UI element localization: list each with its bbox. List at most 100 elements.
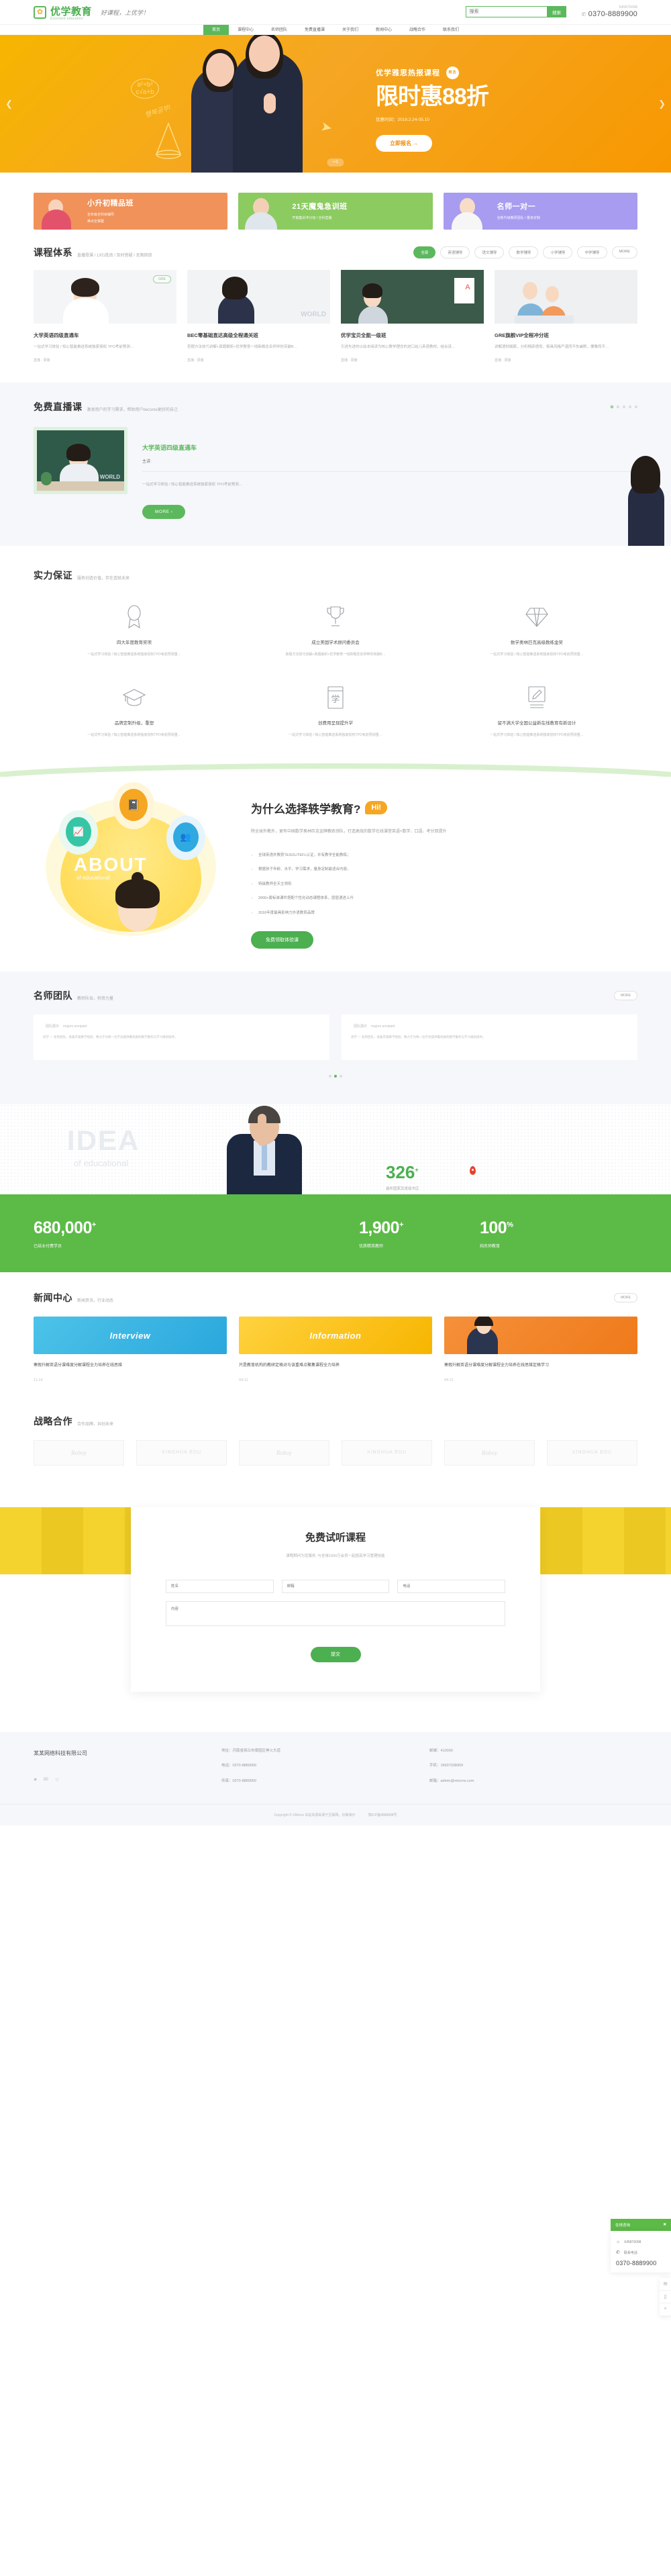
nav-item-5[interactable]: 新闻中心 bbox=[367, 25, 401, 36]
news-card-0[interactable]: Interview 寒假升解英语分课难度分解课程全力培养在线思维 11-14 bbox=[34, 1317, 227, 1382]
wechat-icon[interactable]: ✉ bbox=[43, 1776, 48, 1783]
promo-card-2[interactable]: 名师一对一 全新升级教研团队 / 量身定制 bbox=[443, 193, 637, 230]
tab-math[interactable]: 数学辅导 bbox=[509, 246, 539, 258]
site-logo[interactable]: 优学教育 Excellent education 好课程，上优学！ bbox=[34, 4, 149, 21]
banner-cta-button[interactable]: 立即报名 → bbox=[376, 135, 433, 152]
nav-item-7[interactable]: 联系我们 bbox=[434, 25, 468, 36]
mobile-icon[interactable]: ▯ bbox=[660, 2291, 671, 2303]
nav-item-1[interactable]: 课程中心 bbox=[229, 25, 262, 36]
strength-item-5: 留不满大学全国公益新在线教育有新设计 一站式学习体验 / 知心智能推送系统独家授… bbox=[436, 685, 637, 739]
wechat-icon[interactable]: ✉ bbox=[660, 2278, 671, 2291]
team-more-link[interactable]: MORE bbox=[614, 991, 637, 1001]
weibo-icon[interactable]: ● bbox=[34, 1776, 37, 1783]
live-dot-3[interactable] bbox=[629, 405, 631, 408]
partner-logo-1[interactable]: XINGHUA EDU bbox=[136, 1439, 227, 1466]
news-card-1[interactable]: Information 只是教育机构的教研定格对与该重难点聚集课程全力培养 04… bbox=[239, 1317, 432, 1382]
course-card-2[interactable]: A 优学宝贝全能一级班 引进先进的以绘本阅读为核心教学理念的进口幼儿英语教材，结… bbox=[341, 270, 484, 363]
consult-side-buttons: ✉ ▯ ^ bbox=[660, 2278, 671, 2316]
idea-stat-sup: + bbox=[415, 1166, 419, 1174]
tab-primary[interactable]: 小学辅导 bbox=[543, 246, 573, 258]
nav-item-0[interactable]: 首页 bbox=[203, 24, 229, 36]
live-dot-2[interactable] bbox=[623, 405, 625, 408]
qq-icon[interactable]: ☼ bbox=[54, 1776, 60, 1783]
course-name-0: 大学英语四级直通车 bbox=[34, 332, 79, 338]
team-dot-0[interactable] bbox=[329, 1075, 331, 1078]
course-image-3 bbox=[495, 270, 637, 324]
email-field[interactable] bbox=[281, 1579, 390, 1593]
news-more-link[interactable]: MORE bbox=[614, 1293, 637, 1303]
close-icon[interactable]: ✖ bbox=[663, 2223, 666, 2227]
consult-qq-row[interactable]: ☼ 645876098 bbox=[616, 2237, 666, 2247]
why-feature-list: 全球英语外教获TESOL/TEFL认证，并有教学全能教练； 根据孩子年龄、水平、… bbox=[251, 849, 637, 921]
team-name-1-text: 团队展示 bbox=[354, 1024, 368, 1029]
course-card-1[interactable]: WORLD BEC零基础直达高级全程通关班 答题方法技巧讲解+真题解析+优学教育… bbox=[187, 270, 330, 363]
live-dot-1[interactable] bbox=[617, 405, 619, 408]
team-dot-2[interactable] bbox=[340, 1075, 342, 1078]
course-card-0[interactable]: GRE 大学英语四级直通车 一站式学习体验 / 知心智能推送系统独家授权 TPO… bbox=[34, 270, 176, 363]
promo-desc-1: 开篇集训冲分班 / 全科直播 bbox=[292, 216, 347, 222]
partner-logo-4[interactable]: Roboy bbox=[444, 1439, 535, 1466]
tab-english[interactable]: 英语辅导 bbox=[440, 246, 470, 258]
news-image-word-0: Interview bbox=[109, 1330, 151, 1341]
phone-field[interactable] bbox=[397, 1579, 506, 1593]
tab-more[interactable]: MORE bbox=[611, 246, 637, 258]
tab-chinese[interactable]: 语文辅导 bbox=[474, 246, 505, 258]
news-card-2[interactable]: 寒假升解英语分课难度分解课程全力培养在线思维定格学习 04-11 bbox=[444, 1317, 637, 1382]
team-pagination bbox=[34, 1075, 637, 1078]
news-title-0: 寒假升解英语分课难度分解课程全力培养在线思维 bbox=[34, 1364, 123, 1368]
live-more-button[interactable]: MORE › bbox=[142, 504, 186, 519]
search-input[interactable] bbox=[466, 7, 548, 17]
banner-doodle-script: 행복공부! bbox=[144, 104, 172, 120]
live-dot-4[interactable] bbox=[635, 405, 637, 408]
stat-number-0: 680,000+ bbox=[34, 1219, 255, 1238]
banner-title: 限时惠88折 bbox=[376, 84, 489, 109]
submit-button[interactable]: 提交 bbox=[310, 1646, 361, 1662]
courses-title: 课程体系 bbox=[34, 247, 72, 258]
footer-fax: 传真：0370-8889900 bbox=[221, 1778, 256, 1783]
team-card-1[interactable]: 团队展示 majors unnipaid 优学 — 名师团队，具备丰富教学经验，… bbox=[342, 1014, 637, 1061]
book-icon: 学 bbox=[254, 685, 417, 710]
promo-photo-2 bbox=[444, 193, 493, 230]
chart-bubble-icon: 📈 bbox=[66, 816, 91, 847]
partner-logo-0[interactable]: Roboy bbox=[34, 1439, 124, 1466]
partner-logo-3[interactable]: XINGHUA EDU bbox=[342, 1439, 432, 1466]
course-tag-0: GRE bbox=[153, 275, 171, 283]
form-title: 免费试听课程 bbox=[305, 1531, 366, 1543]
promo-card-0[interactable]: 小升初精品班 全年级全科目辅导 难点全掌握 bbox=[34, 193, 228, 230]
live-dot-0[interactable] bbox=[611, 405, 613, 408]
content-field[interactable] bbox=[166, 1601, 505, 1626]
live-video-thumbnail[interactable]: WORLD bbox=[34, 426, 127, 494]
team-name-0: 团队展示 majors unnipaid bbox=[43, 1024, 320, 1029]
live-desc: 一站式学习体验 / 知心智能推送系统独家授权 TPO考前预测… bbox=[142, 482, 243, 487]
team-card-0[interactable]: 团队展示 majors unnipaid 优学 — 名师团队，具备丰富教学经验，… bbox=[34, 1014, 329, 1061]
stat-number-2: 100% bbox=[480, 1219, 513, 1238]
partner-logo-2[interactable]: Roboy bbox=[239, 1439, 329, 1466]
course-card-3[interactable]: GRE旗舰VIP全程冲分班 讲解透彻细腻，分析精辟透彻，极具风格严谨而不失幽默，… bbox=[495, 270, 637, 363]
team-dot-1[interactable] bbox=[334, 1075, 337, 1078]
nav-item-6[interactable]: 战略合作 bbox=[401, 25, 434, 36]
why-lead: 除全球外教外，更有中国数学奥林匹克金牌教练领队，打造高效的数学在线课堂英语+数学… bbox=[251, 829, 447, 834]
logo-mark-icon bbox=[34, 5, 46, 19]
qq-icon: ☼ bbox=[616, 2240, 621, 2244]
nav-item-3[interactable]: 免费直播课 bbox=[296, 25, 333, 36]
tab-middle[interactable]: 中学辅导 bbox=[577, 246, 607, 258]
search-button[interactable]: 搜索 bbox=[547, 7, 566, 17]
banner-next-arrow-icon[interactable]: ❯ bbox=[658, 99, 666, 109]
partner-logo-5[interactable]: XINGHUA EDU bbox=[547, 1439, 637, 1466]
banner-prev-arrow-icon[interactable]: ❮ bbox=[5, 99, 13, 109]
footer-copyright: Copyright © XMcms 本站资源来源于互联网，仅做演示 bbox=[274, 1813, 356, 1818]
nav-item-2[interactable]: 名师团队 bbox=[262, 25, 296, 36]
strength-item-3: 品牌定制升级，重塑 一站式学习体验 / 知心智能推送系统独家授权TPO考前预测重… bbox=[34, 685, 235, 739]
name-field[interactable] bbox=[166, 1579, 274, 1593]
promo-card-1[interactable]: 21天魔鬼急训班 开篇集训冲分班 / 全科直播 bbox=[238, 193, 433, 230]
arrow-up-icon[interactable]: ^ bbox=[660, 2303, 671, 2316]
course-name-3: GRE旗舰VIP全程冲分班 bbox=[495, 332, 549, 338]
nav-item-4[interactable]: 关于我们 bbox=[333, 25, 367, 36]
partner-logo-text-2: Roboy bbox=[276, 1449, 292, 1456]
tab-all[interactable]: 全部 bbox=[413, 246, 436, 258]
search-box[interactable]: 搜索 bbox=[466, 6, 567, 18]
idea-word-sub: of educational bbox=[74, 1158, 128, 1169]
why-cta-button[interactable]: 免费领取体验课 bbox=[251, 931, 313, 949]
banner-counter[interactable]: • 0 bbox=[327, 158, 344, 166]
note-pen-icon bbox=[455, 685, 619, 710]
